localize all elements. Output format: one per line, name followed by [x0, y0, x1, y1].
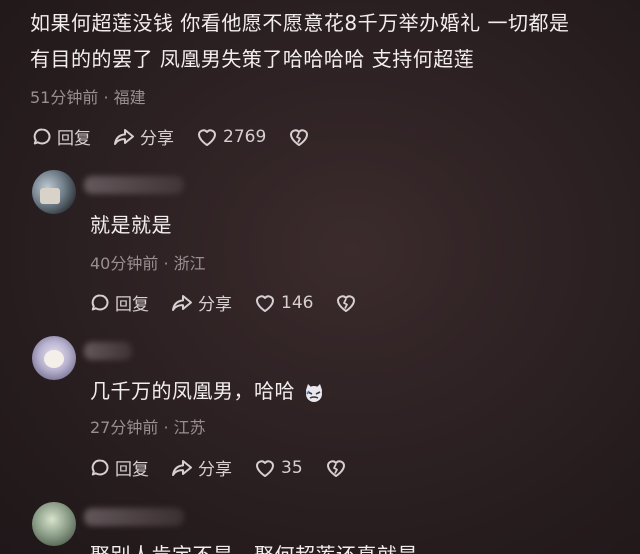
- share-arrow-icon: [172, 294, 192, 311]
- avatar[interactable]: [32, 502, 76, 546]
- reply-2-text-wrap: 几千万的凤凰男，哈哈: [90, 374, 325, 408]
- share-label: 分享: [198, 460, 232, 480]
- comment-bubble-icon: [33, 128, 51, 144]
- share-button[interactable]: 分享: [171, 290, 232, 315]
- like-count: 2769: [223, 126, 267, 147]
- reply-button[interactable]: 回复: [32, 124, 91, 149]
- reply-3-text: 娶别人肯定不是，娶何超莲还真就是: [90, 538, 418, 554]
- reply-label: 回复: [115, 295, 149, 315]
- dislike-button[interactable]: [335, 293, 362, 313]
- reply-label: 回复: [115, 460, 149, 480]
- reply-2-text: 几千万的凤凰男，哈哈: [90, 379, 295, 403]
- share-arrow-icon: [172, 459, 192, 476]
- share-arrow-icon: [114, 128, 134, 145]
- comment-bubble-icon: [91, 459, 109, 475]
- avatar[interactable]: [32, 336, 76, 380]
- dislike-button[interactable]: [325, 458, 352, 478]
- comment-1-text-line2: 有目的的罢了 凤凰男失策了哈哈哈哈 支持何超莲: [30, 47, 475, 71]
- username-blurred[interactable]: [84, 342, 132, 360]
- dislike-button[interactable]: [288, 127, 315, 147]
- cat-emoji-icon: [303, 380, 325, 402]
- reply-1-meta: 40分钟前 · 浙江: [90, 254, 206, 273]
- reply-1-text: 就是就是: [90, 213, 172, 237]
- heart-icon: [256, 294, 274, 312]
- share-button[interactable]: 分享: [113, 124, 174, 149]
- like-button[interactable]: 146: [254, 293, 313, 313]
- share-label: 分享: [198, 295, 232, 315]
- reply-2-actions: 回复 分享 35: [90, 455, 374, 480]
- reply-button[interactable]: 回复: [90, 455, 149, 480]
- broken-heart-icon: [337, 294, 356, 312]
- reply-1-actions: 回复 分享 146: [90, 290, 384, 315]
- heart-icon: [256, 459, 274, 477]
- share-label: 分享: [140, 129, 174, 149]
- comment-1-meta: 51分钟前 · 福建: [30, 88, 146, 107]
- like-count: 35: [281, 457, 303, 478]
- broken-heart-icon: [290, 128, 309, 146]
- avatar[interactable]: [32, 170, 76, 214]
- comment-bubble-icon: [91, 294, 109, 310]
- share-button[interactable]: 分享: [171, 455, 232, 480]
- username-blurred[interactable]: [84, 508, 184, 526]
- like-count: 146: [281, 292, 314, 313]
- heart-icon: [198, 128, 216, 146]
- username-blurred[interactable]: [84, 176, 184, 194]
- reply-button[interactable]: 回复: [90, 290, 149, 315]
- broken-heart-icon: [326, 459, 345, 477]
- comment-1-text-line1: 如果何超莲没钱 你看他愿不愿意花8千万举办婚礼 一切都是: [30, 11, 570, 35]
- comment-1-actions: 回复 分享 2769: [32, 124, 337, 149]
- reply-2-meta: 27分钟前 · 江苏: [90, 418, 206, 437]
- like-button[interactable]: 2769: [196, 127, 266, 147]
- reply-label: 回复: [57, 129, 91, 149]
- like-button[interactable]: 35: [254, 458, 303, 478]
